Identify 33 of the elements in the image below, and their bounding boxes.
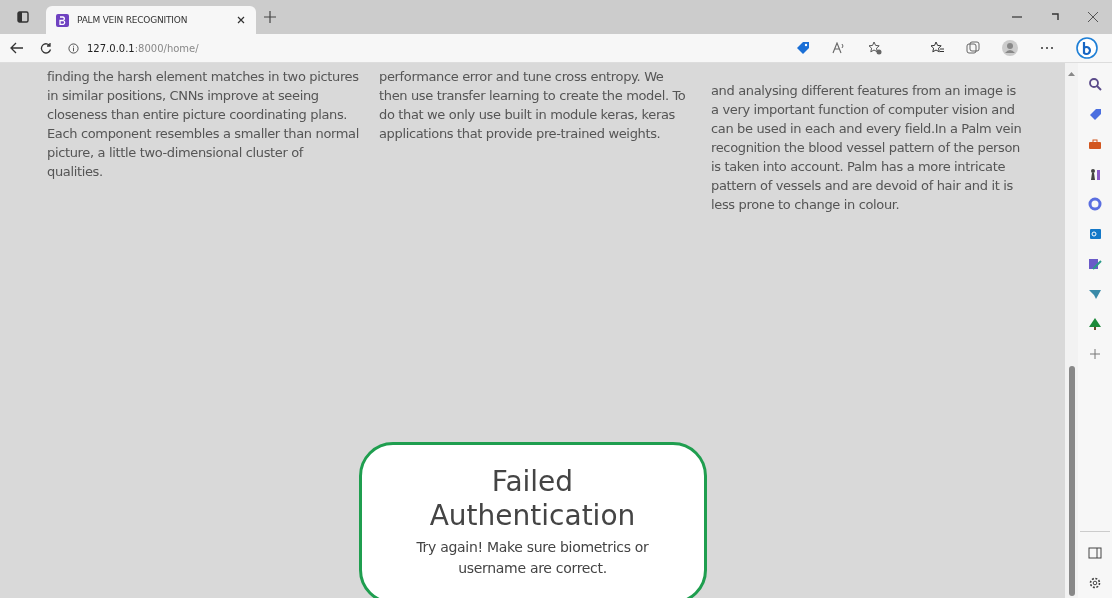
sidebar-toggle-icon[interactable] [17, 11, 29, 23]
tab-title: PALM VEIN RECOGNITION [77, 15, 189, 25]
paragraph: and analysing different features from an image is a very important function of computer vision and can be used in each and every field.In a Palm vein recognition the blood vessel pattern of the person is taken into account. Palm has a more intricate pattern of vessels and are devoid of hair and it is less prone to change in colour. [711, 82, 1023, 214]
settings-icon[interactable] [1088, 576, 1102, 590]
restore-icon[interactable] [1050, 12, 1060, 22]
collections-icon[interactable] [966, 41, 980, 55]
tag-icon[interactable] [796, 41, 810, 55]
star-add-icon[interactable] [868, 41, 882, 55]
briefcase-icon[interactable] [1088, 137, 1102, 151]
tree-icon[interactable] [1088, 317, 1102, 331]
scrollbar[interactable] [1065, 63, 1078, 598]
bootstrap-icon [56, 13, 69, 27]
refresh-icon[interactable] [40, 42, 52, 54]
paragraph: finding the harsh element matches in two pictures in similar positions, CNNs improve at seeing closeness than entire picture coordinating plans. Each component resembles a smaller than normal picture, a little two-dimensional cluster of qualities. [47, 68, 359, 181]
favorites-icon[interactable] [930, 41, 944, 55]
profile-avatar-icon[interactable] [1002, 40, 1018, 56]
ring-icon[interactable] [1088, 197, 1102, 211]
read-aloud-icon[interactable] [832, 42, 846, 54]
info-icon [68, 42, 79, 54]
paragraph: performance error and tune cross entropy. We then use transfer learning to create the model. To do that we only use built in module keras, keras applications that provide pre-trained weights. [379, 68, 687, 143]
tag-icon[interactable] [1088, 107, 1102, 121]
browser-tab[interactable]: PALM VEIN RECOGNITION [46, 6, 256, 34]
scroll-up-icon[interactable] [1068, 71, 1075, 76]
back-icon[interactable] [10, 42, 24, 54]
split-screen-icon[interactable] [1088, 546, 1102, 560]
pen-icon[interactable] [1088, 257, 1102, 271]
popup-message: Try again! Make sure biometrics or username are correct. [415, 538, 650, 578]
close-icon[interactable] [236, 15, 246, 25]
more-icon[interactable] [1040, 46, 1054, 50]
new-tab-icon[interactable] [264, 11, 276, 23]
popup-title: Failed Authentication [428, 465, 637, 533]
chat-bubble-icon[interactable] [1076, 37, 1098, 59]
search-icon[interactable] [1088, 77, 1102, 91]
